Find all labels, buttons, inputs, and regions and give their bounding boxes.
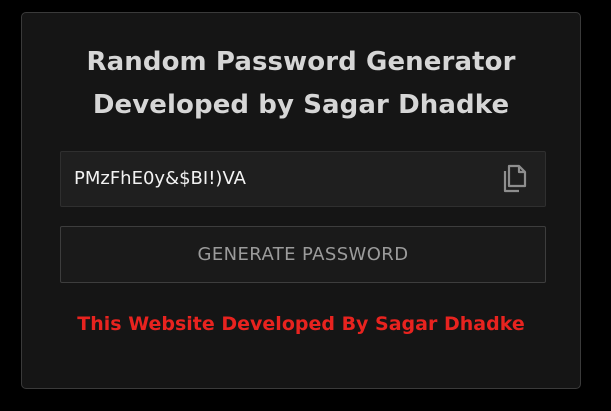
title-line-1: Random Password Generator [86, 47, 516, 77]
generator-card: Random Password Generator Developed by S… [21, 12, 581, 389]
generate-password-button[interactable]: GENERATE PASSWORD [60, 226, 546, 283]
title-line-2: Developed by Sagar Dhadke [92, 90, 510, 120]
password-display[interactable]: PMzFhE0y&$BI!)VA [60, 151, 546, 207]
page-title: Random Password Generator Developed by S… [22, 41, 580, 127]
password-value[interactable]: PMzFhE0y&$BI!)VA [74, 152, 246, 206]
copy-icon[interactable] [499, 164, 529, 194]
footer-credit: This Website Developed By Sagar Dhadke [77, 313, 525, 335]
